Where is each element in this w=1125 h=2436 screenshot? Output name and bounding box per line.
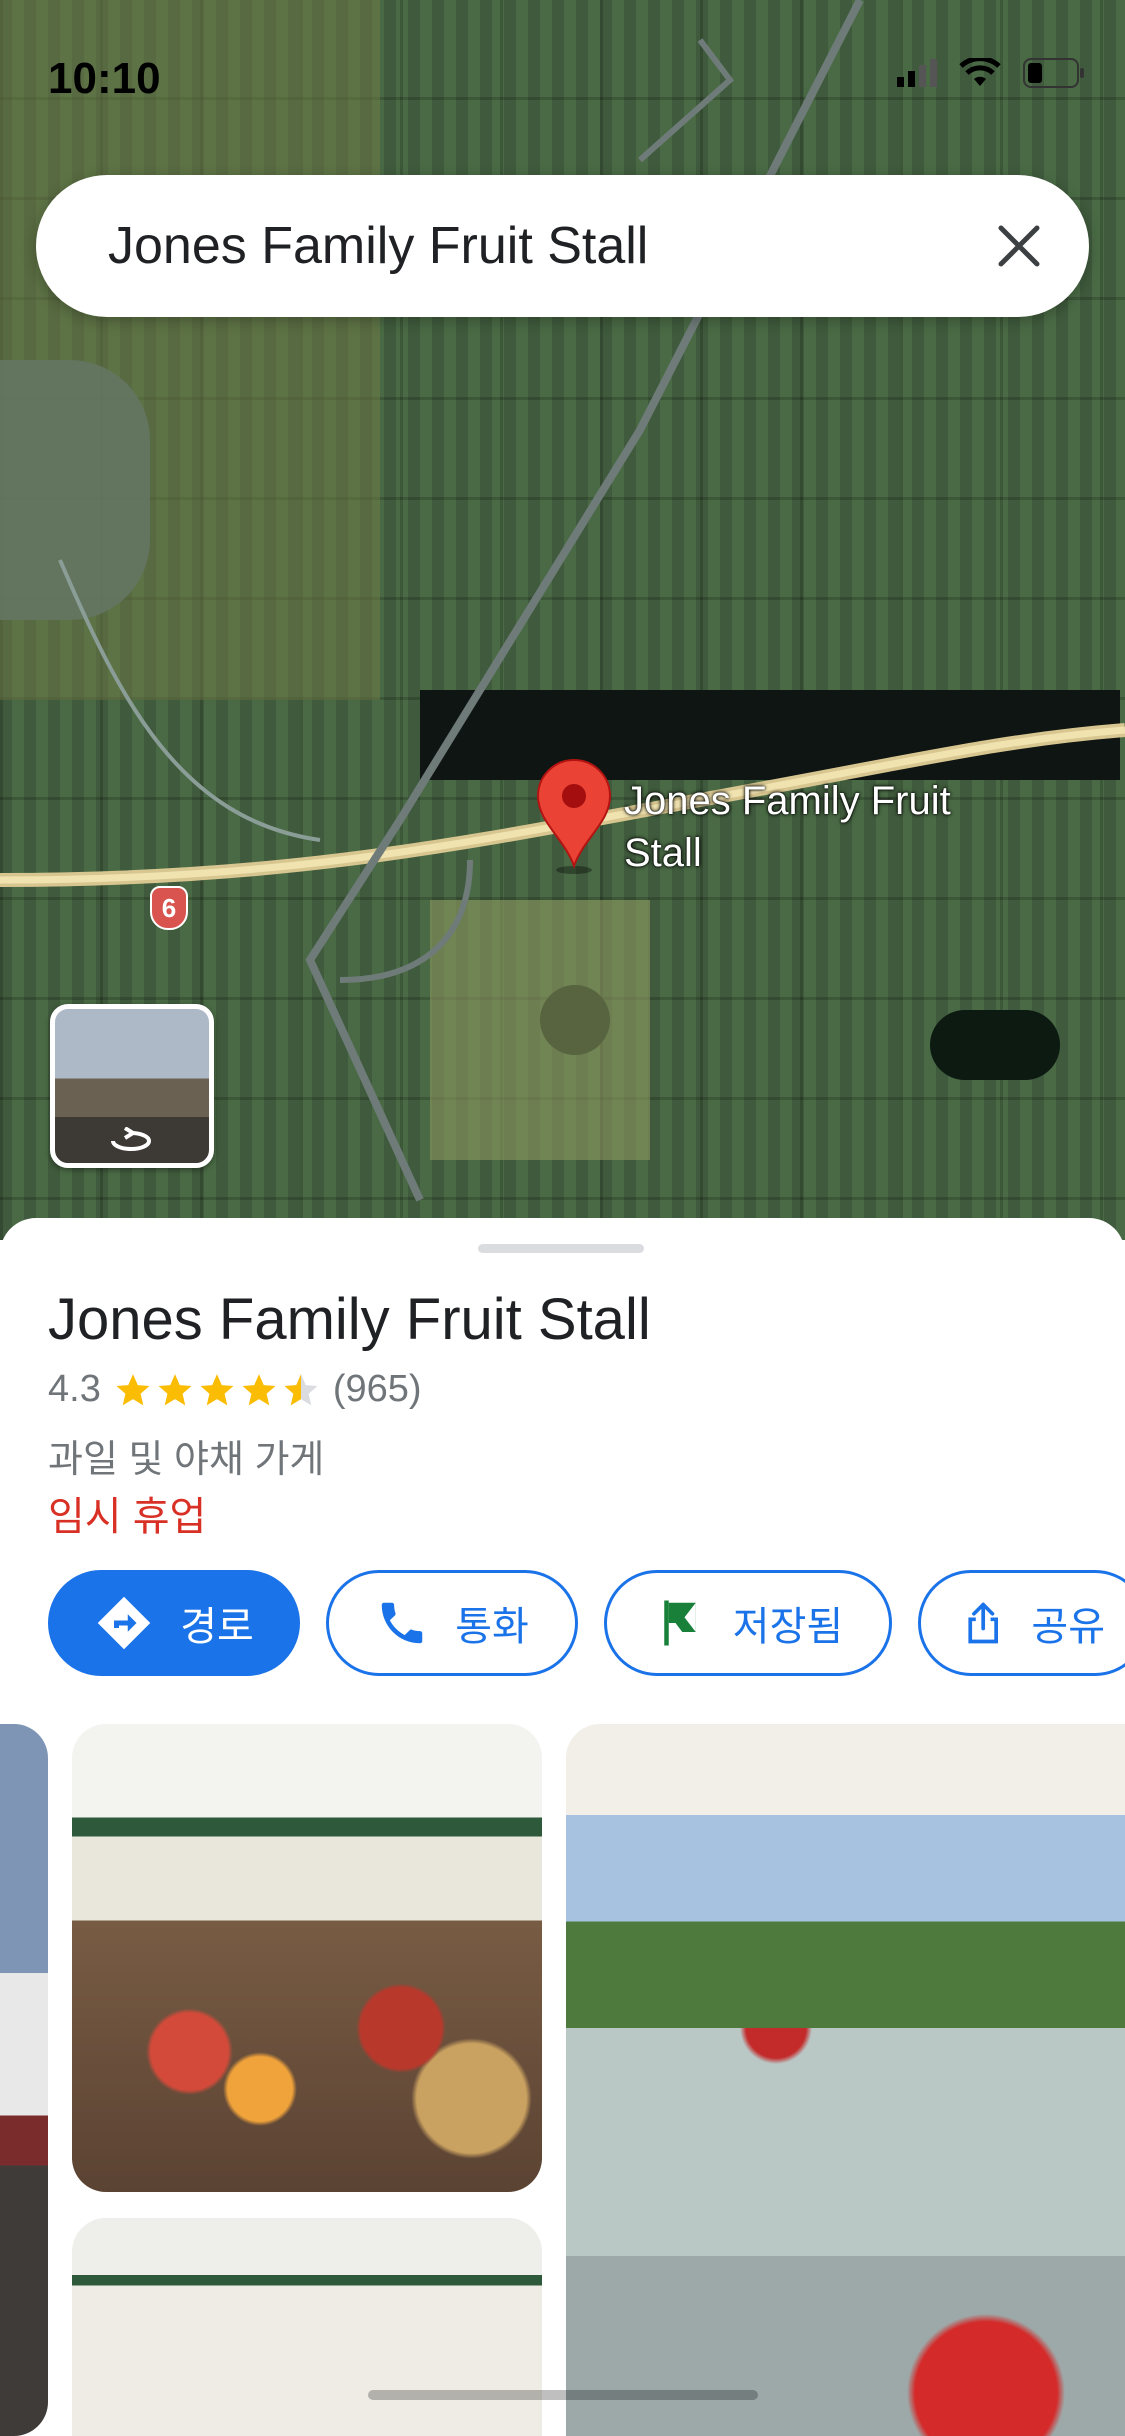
star-icon: [242, 1373, 276, 1405]
saved-button[interactable]: 저장됨: [604, 1570, 892, 1676]
status-time: 10:10: [48, 54, 161, 103]
search-bar[interactable]: Jones Family Fruit Stall: [36, 175, 1089, 317]
open-status: 임시 휴업: [48, 1495, 207, 1539]
photo-thumbnail[interactable]: [72, 1724, 542, 2192]
directions-icon: [97, 1596, 151, 1650]
highway-shield: 6: [150, 886, 188, 930]
action-buttons: 경로 통화 저장됨 공유: [48, 1570, 1125, 1676]
photo-thumbnail[interactable]: [0, 1724, 48, 2436]
close-icon[interactable]: [989, 216, 1049, 276]
wifi-icon: [959, 58, 1001, 86]
call-button[interactable]: 통화: [326, 1570, 578, 1676]
rating-value: 4.3: [48, 1368, 101, 1410]
battery-icon: [1023, 58, 1084, 88]
share-button[interactable]: 공유: [918, 1570, 1125, 1676]
share-icon: [968, 1602, 998, 1644]
signal-icon: [897, 59, 937, 87]
phone-icon: [381, 1602, 423, 1644]
search-query[interactable]: Jones Family Fruit Stall: [108, 216, 989, 276]
pin-label-line2: Stall: [624, 831, 702, 875]
pin-label-line1: Jones Family Fruit: [624, 779, 951, 823]
star-half-icon: [284, 1373, 318, 1405]
star-icon: [158, 1373, 192, 1405]
call-label: 통화: [455, 1605, 529, 1649]
directions-label: 경로: [180, 1605, 254, 1649]
star-icon: [116, 1373, 150, 1405]
place-sheet[interactable]: Jones Family Fruit Stall 4.3 (965) 과일 및 …: [0, 1218, 1125, 2436]
saved-label: 저장됨: [732, 1605, 844, 1649]
rotate-360-icon: [111, 1127, 151, 1151]
map-pin-icon[interactable]: [534, 758, 614, 874]
photo-thumbnail[interactable]: [72, 2218, 542, 2436]
place-category: 과일 및 야채 가게: [48, 1439, 325, 1481]
place-title: Jones Family Fruit Stall: [48, 1287, 651, 1352]
street-view-thumbnail[interactable]: [50, 1004, 214, 1168]
photo-thumbnail[interactable]: [566, 1724, 1125, 2436]
rating-row[interactable]: 4.3 (965): [48, 1368, 422, 1411]
share-label: 공유: [1031, 1605, 1105, 1649]
status-icons: [897, 58, 1085, 88]
photo-carousel[interactable]: [0, 1724, 1125, 2436]
review-count[interactable]: (965): [333, 1368, 422, 1411]
star-icon: [200, 1373, 234, 1405]
flag-icon: [664, 1600, 696, 1646]
sheet-grabber[interactable]: [478, 1244, 644, 1253]
pin-label[interactable]: Jones Family Fruit Stall: [624, 775, 951, 879]
rating-stars: [113, 1371, 321, 1409]
directions-button[interactable]: 경로: [48, 1570, 300, 1676]
home-indicator[interactable]: [368, 2390, 758, 2400]
map-view[interactable]: 10:10 Jones Family Fruit Stall Jones Fam…: [0, 0, 1125, 1240]
